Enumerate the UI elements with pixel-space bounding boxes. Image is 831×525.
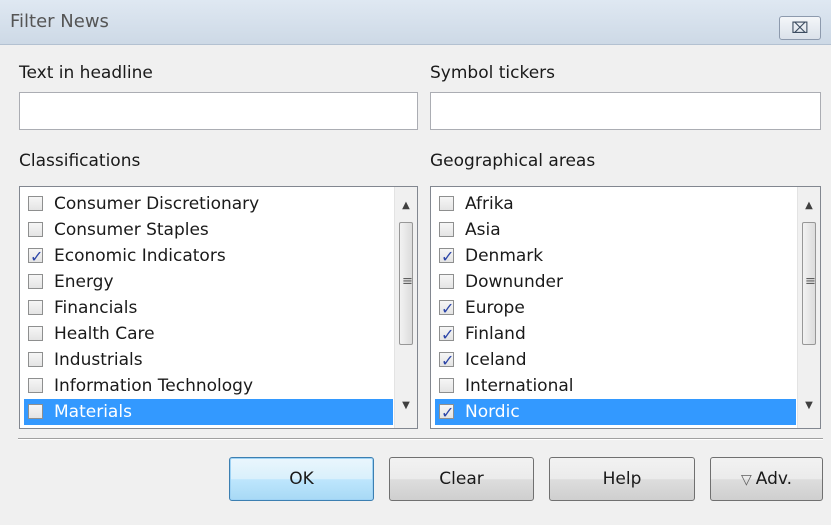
checkbox-checked[interactable] [439, 296, 454, 322]
close-icon: ⌧ [791, 19, 809, 37]
classification-item[interactable]: Materials [24, 399, 393, 425]
grip-icon: ≡ [402, 274, 413, 289]
geo-item[interactable]: Iceland [435, 347, 796, 374]
checkbox[interactable] [439, 378, 454, 393]
advanced-button[interactable]: ▽ Adv. [710, 457, 823, 501]
scroll-up-icon[interactable]: ▲ [798, 195, 820, 217]
geo-items: Afrika Asia Denmark Downunder Europe Finland I… [435, 191, 796, 426]
checkbox-checked[interactable] [439, 322, 454, 348]
scroll-up-icon[interactable]: ▲ [395, 195, 417, 217]
checkbox[interactable] [28, 300, 43, 315]
scroll-down-icon[interactable]: ▼ [395, 395, 417, 417]
checkbox[interactable] [28, 274, 43, 289]
classification-item[interactable]: Consumer Staples [24, 217, 393, 243]
geo-item[interactable]: Denmark [435, 243, 796, 270]
geo-label: Geographical areas [430, 151, 596, 171]
checkbox-checked[interactable] [28, 244, 43, 270]
geo-item-label: Finland [465, 324, 526, 344]
geo-item-label: Asia [465, 220, 501, 240]
geo-item-label: Downunder [465, 272, 563, 292]
checkbox[interactable] [439, 196, 454, 211]
checkbox[interactable] [28, 378, 43, 393]
title-bar: Filter News ⌧ [0, 0, 831, 45]
scroll-down-icon[interactable]: ▼ [798, 395, 820, 417]
checkbox-checked[interactable] [439, 348, 454, 374]
geo-item-label: Nordic [463, 401, 522, 423]
checkbox-checked[interactable] [439, 244, 454, 270]
classification-item-label: Consumer Discretionary [54, 194, 260, 214]
classification-item-label: Materials [52, 401, 134, 423]
geo-item-label: Iceland [465, 350, 527, 370]
headline-label: Text in headline [19, 63, 153, 83]
checkbox[interactable] [439, 222, 454, 237]
triangle-down-icon: ▽ [740, 472, 752, 488]
classification-item-label: Energy [54, 272, 114, 292]
checkbox[interactable] [439, 274, 454, 289]
classification-item[interactable]: Energy [24, 269, 393, 295]
close-button[interactable]: ⌧ [779, 16, 821, 40]
geo-list[interactable]: Afrika Asia Denmark Downunder Europe Finland I… [430, 186, 821, 429]
classification-item[interactable]: Industrials [24, 347, 393, 373]
headline-input[interactable] [19, 92, 418, 130]
separator [18, 438, 823, 440]
geo-item[interactable]: Nordic [435, 399, 796, 426]
classification-item-label: Information Technology [54, 376, 254, 396]
classifications-scrollbar[interactable]: ▲ ≡ ▼ [394, 187, 417, 428]
clear-button[interactable]: Clear [389, 457, 534, 501]
tickers-label: Symbol tickers [430, 63, 556, 83]
classification-item-label: Industrials [54, 350, 143, 370]
geo-item[interactable]: Finland [435, 321, 796, 348]
checkbox[interactable] [28, 352, 43, 367]
geo-item[interactable]: International [435, 373, 796, 399]
checkbox[interactable] [28, 222, 43, 237]
geo-item[interactable]: Downunder [435, 269, 796, 295]
geo-item[interactable]: Asia [435, 217, 796, 243]
geo-item-label: Denmark [465, 246, 544, 266]
classification-item-label: Health Care [54, 324, 155, 344]
geo-item-label: Europe [465, 298, 525, 318]
window-title: Filter News [10, 11, 109, 32]
classification-item[interactable]: Health Care [24, 321, 393, 347]
checkbox[interactable] [28, 404, 43, 419]
classification-item[interactable]: Information Technology [24, 373, 393, 399]
geo-item-label: Afrika [465, 194, 514, 214]
ok-button[interactable]: OK [229, 457, 374, 501]
classification-item[interactable]: Financials [24, 295, 393, 321]
advanced-label: Adv. [755, 469, 793, 489]
classifications-items: Consumer Discretionary Consumer Staples Ec… [24, 191, 393, 425]
checkbox-checked[interactable] [439, 400, 454, 426]
scroll-thumb[interactable]: ≡ [399, 222, 413, 345]
help-button[interactable]: Help [549, 457, 695, 501]
grip-icon: ≡ [805, 274, 816, 289]
checkbox[interactable] [28, 196, 43, 211]
classification-item-label: Consumer Staples [54, 220, 209, 240]
classifications-label: Classifications [19, 151, 141, 171]
geo-scrollbar[interactable]: ▲ ≡ ▼ [797, 187, 820, 428]
classifications-list[interactable]: Consumer Discretionary Consumer Staples Ec… [19, 186, 418, 429]
classification-item[interactable]: Economic Indicators [24, 243, 393, 270]
geo-item[interactable]: Afrika [435, 191, 796, 217]
geo-item[interactable]: Europe [435, 295, 796, 322]
classification-item-label: Financials [54, 298, 138, 318]
classification-item-label: Economic Indicators [54, 246, 226, 266]
geo-item-label: International [465, 376, 574, 396]
scroll-thumb[interactable]: ≡ [802, 222, 816, 345]
checkbox[interactable] [28, 326, 43, 341]
tickers-input[interactable] [430, 92, 821, 130]
classification-item[interactable]: Consumer Discretionary [24, 191, 393, 217]
